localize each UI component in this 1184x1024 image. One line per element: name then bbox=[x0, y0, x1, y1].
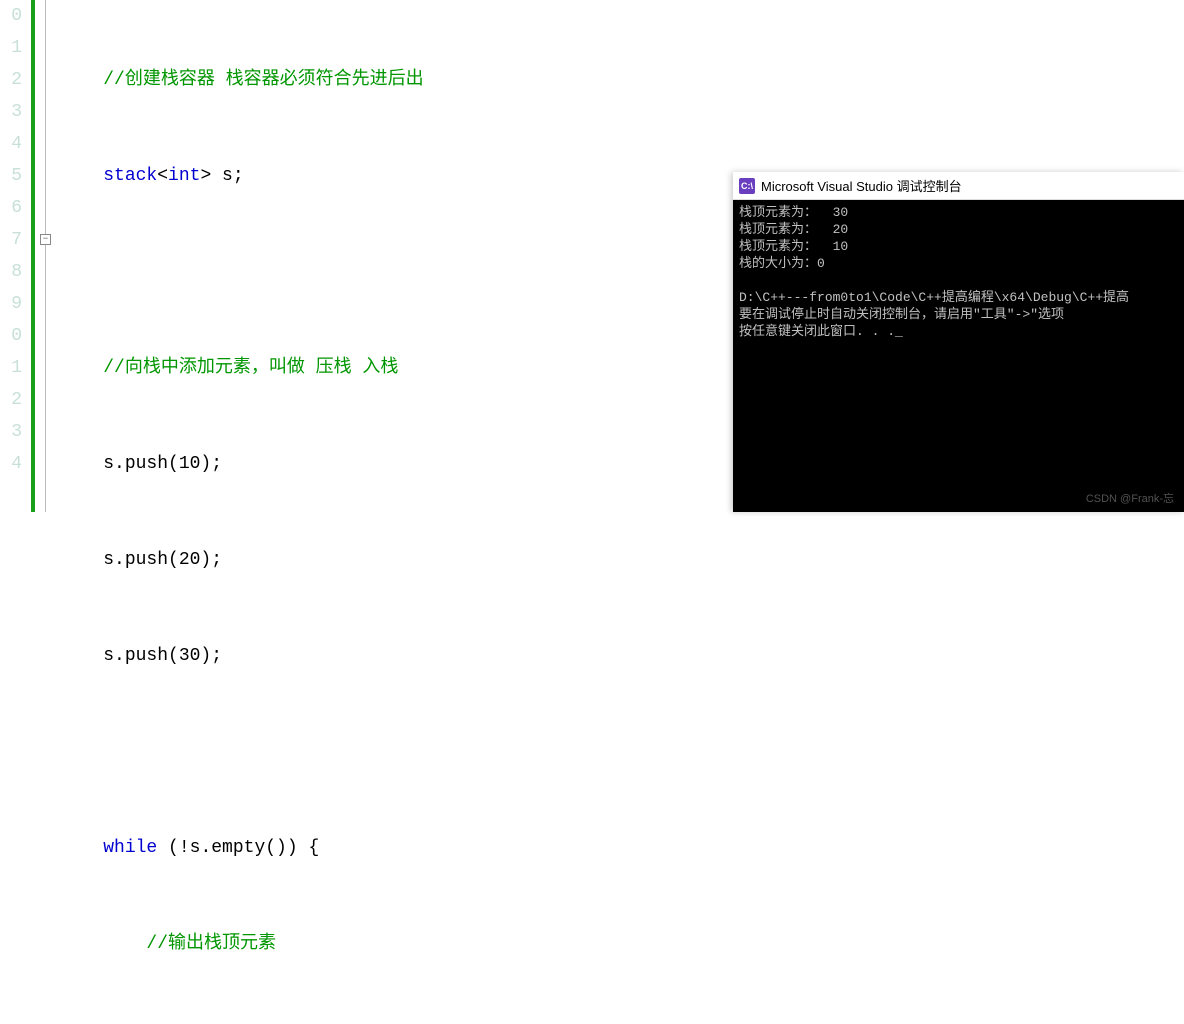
code-comment: //输出栈顶元素 bbox=[146, 934, 276, 954]
code-keyword: stack bbox=[103, 166, 157, 186]
fold-toggle-icon[interactable]: − bbox=[40, 234, 51, 245]
code-comment: //向栈中添加元素，叫做 压栈 入栈 bbox=[103, 358, 398, 378]
line-number: 9 bbox=[0, 288, 28, 320]
console-output: 栈顶元素为： 30 栈顶元素为： 20 栈顶元素为： 10 栈的大小为：0 D:… bbox=[733, 200, 1184, 344]
debug-console-window[interactable]: C:\ Microsoft Visual Studio 调试控制台 栈顶元素为：… bbox=[733, 172, 1184, 512]
line-number: 0 bbox=[0, 320, 28, 352]
line-number: 4 bbox=[0, 448, 28, 480]
line-number: 7 bbox=[0, 224, 28, 256]
code-keyword: while bbox=[103, 838, 157, 858]
code-text: s.push(10); bbox=[103, 454, 222, 474]
line-number: 1 bbox=[0, 352, 28, 384]
vs-icon: C:\ bbox=[739, 178, 755, 194]
change-indicator-bar bbox=[31, 0, 35, 512]
line-number: 2 bbox=[0, 64, 28, 96]
line-number: 8 bbox=[0, 256, 28, 288]
fold-line bbox=[45, 0, 46, 512]
watermark-text: CSDN @Frank-忘 bbox=[1086, 490, 1174, 506]
code-editor[interactable]: //创建栈容器 栈容器必须符合先进后出 stack<int> s; //向栈中添… bbox=[60, 0, 1184, 1024]
console-title: Microsoft Visual Studio 调试控制台 bbox=[761, 176, 962, 195]
fold-gutter[interactable]: − bbox=[38, 0, 56, 512]
line-number: 3 bbox=[0, 416, 28, 448]
line-number: 1 bbox=[0, 32, 28, 64]
line-number-gutter: 0 1 2 3 4 5 6 7 8 9 0 1 2 3 4 bbox=[0, 0, 28, 512]
code-text: s.push(30); bbox=[103, 646, 222, 666]
console-titlebar[interactable]: C:\ Microsoft Visual Studio 调试控制台 bbox=[733, 172, 1184, 200]
line-number: 6 bbox=[0, 192, 28, 224]
line-number: 4 bbox=[0, 128, 28, 160]
line-number: 0 bbox=[0, 0, 28, 32]
line-number: 5 bbox=[0, 160, 28, 192]
line-number: 3 bbox=[0, 96, 28, 128]
code-text: s.push(20); bbox=[103, 550, 222, 570]
code-comment: //创建栈容器 栈容器必须符合先进后出 bbox=[103, 70, 423, 90]
line-number: 2 bbox=[0, 384, 28, 416]
